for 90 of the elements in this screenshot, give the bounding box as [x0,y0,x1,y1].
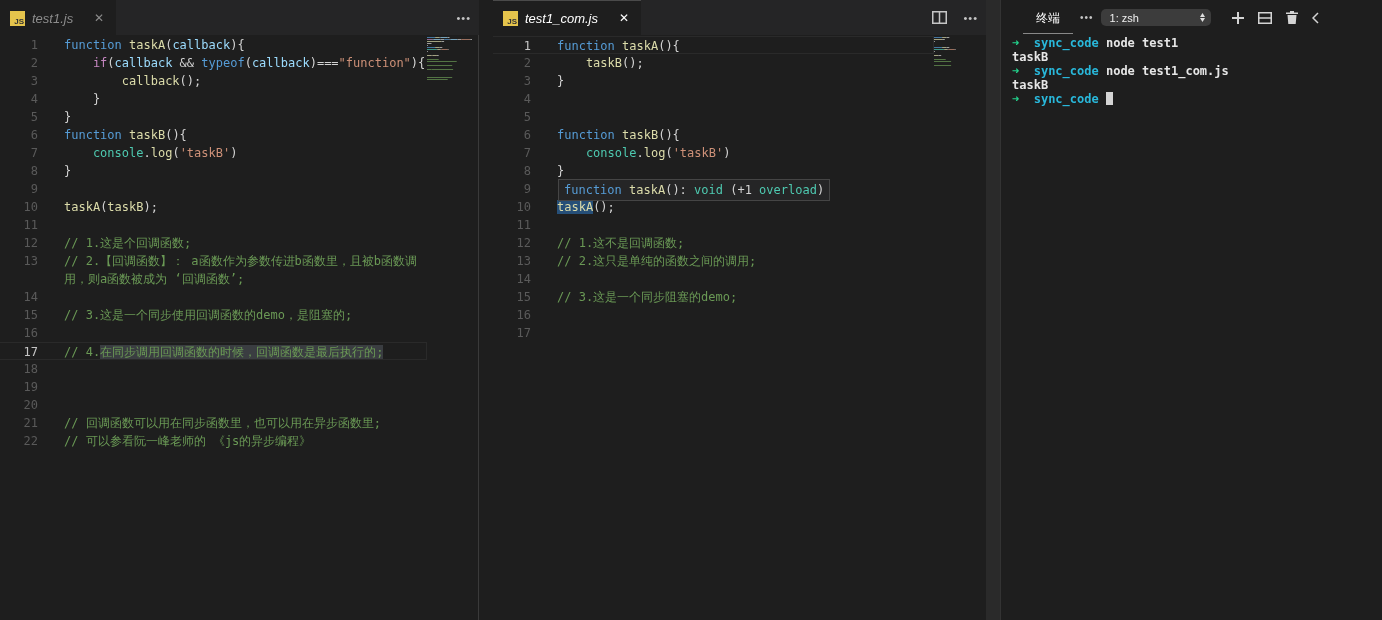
code-line: // 1.这不是回调函数; [557,235,685,252]
more-button[interactable]: ••• [955,6,986,29]
code-line: function taskA(){ [557,38,680,53]
line-number: 5 [29,109,38,126]
line-number: 12 [515,235,531,252]
js-file-icon: JS [10,10,25,26]
line-number: 20 [22,397,38,414]
code-line: } [557,163,565,180]
terminal-prompt-line: ➜ sync_code node test1 [1012,36,1180,50]
line-number: 3 [29,73,38,90]
code-line: // 3.这是一个同步阻塞的demo; [557,289,738,306]
line-number: 15 [515,289,531,306]
line-number: 8 [522,163,531,180]
code-line: } [64,163,72,180]
line-number: 2 [522,55,531,72]
code-line: // 2.【回调函数】： a函数作为参数传进b函数里，且被b函数调 [64,253,418,270]
line-number: 22 [22,433,38,450]
line-number: 13 [515,253,531,270]
line-number: 16 [22,325,38,342]
line-number: 19 [22,379,38,396]
line-number: 17 [515,325,531,342]
close-button[interactable]: ✕ [605,11,629,25]
line-number: 2 [29,55,38,72]
hover-tooltip: function taskA(): void (+1 overload) [558,179,831,201]
code-line: } [64,109,72,126]
terminal-output-line: taskB [1012,50,1049,64]
line-number: 4 [522,91,531,108]
line-number: 15 [22,307,38,324]
split-editor-icon [932,11,948,24]
line-number: 5 [522,109,531,126]
terminal-prompt-line: ➜ sync_code [1012,92,1100,106]
line-number: 6 [29,127,38,144]
code-line: console.log('taskB') [584,145,731,162]
line-number: 21 [22,415,38,432]
code-line: if(callback && typeof(callback)==="function"){ [91,55,426,72]
line-number: 9 [29,181,38,198]
code-line: console.log('taskB') [91,145,238,162]
line-number: 13 [22,253,38,270]
code-line: } [91,91,101,108]
line-number: 14 [515,271,531,288]
code-line: } [557,73,565,90]
line-number: 17 [22,344,38,359]
code-line: // 可以参看阮一峰老师的 《js的异步编程》 [64,433,312,450]
line-number: 16 [515,307,531,324]
code-line: function taskB(){ [64,127,187,144]
line-number: 1 [522,38,531,53]
updown-arrows-icon [1199,13,1205,22]
terminal-prompt-line: ➜ sync_code node test1_com.js [1012,64,1230,78]
minimap-drawing [427,37,472,80]
terminal-tab[interactable]: 终端 [1023,4,1073,34]
close-button[interactable]: ✕ [80,11,105,25]
code-line: taskA(taskB); [64,199,158,216]
editor-tab[interactable]: JS test1_com.js ✕ [493,0,641,35]
line-number: 11 [22,217,38,234]
line-number: 18 [22,361,38,378]
more-button[interactable]: ••• [448,6,479,29]
trash-icon [1285,11,1298,24]
line-number: 9 [522,181,531,198]
minimap-drawing [934,37,956,66]
line-number: 3 [522,73,531,90]
code-line: // 1.这是个回调函数; [64,235,192,252]
code-line: function taskA(callback){ [64,37,245,54]
code-line: taskA(); [557,199,615,216]
line-number: 10 [515,199,531,216]
code-line: // 2.这只是单纯的函数之间的调用; [557,253,757,270]
line-number: 12 [22,235,38,252]
line-number: 11 [515,217,531,234]
line-number: 7 [29,145,38,162]
line-number: 14 [22,289,38,306]
plus-icon [1231,11,1244,24]
line-number: 7 [522,145,531,162]
code-line: taskB(); [584,55,644,72]
code-line: function taskB(){ [557,127,680,144]
line-number: 6 [522,127,531,144]
terminal-output-line: taskB [1012,78,1049,92]
code-line: // 3.这是一个同步使用回调函数的demo，是阻塞的; [64,307,353,324]
terminal-select[interactable]: 1: zsh [1100,9,1211,26]
chevron-left-icon [1311,11,1319,24]
line-number: 10 [22,199,38,216]
split-icon [1257,11,1272,24]
editor-tab[interactable]: JS test1.js ✕ [0,0,117,35]
more-button[interactable]: ••• [1073,7,1101,28]
code-line: // 4.在同步调用回调函数的时候，回调函数是最后执行的; [64,344,384,359]
js-file-icon: JS [503,10,518,26]
code-line: // 回调函数可以用在同步函数里，也可以用在异步函数里; [64,415,381,432]
line-number: 8 [29,163,38,180]
line-number: 4 [29,91,38,108]
line-number: 1 [29,37,38,54]
code-line: 用，则a函数被成为 ‘回调函数’; [64,271,245,288]
code-line: callback(); [120,73,202,90]
